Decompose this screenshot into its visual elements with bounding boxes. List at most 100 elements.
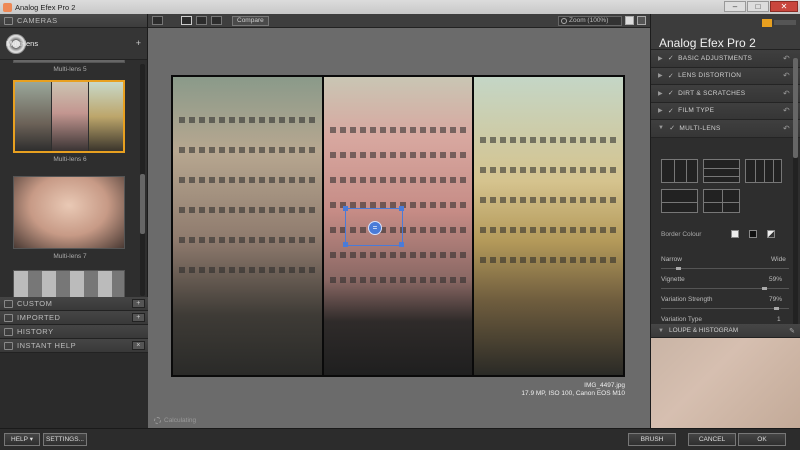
enable-checkbox[interactable]: ✓: [668, 54, 674, 62]
section-label: DIRT & SCRATCHES: [678, 89, 746, 97]
split-view-icon[interactable]: [196, 16, 207, 25]
section-label: MULTI-LENS: [679, 124, 721, 132]
cameras-header[interactable]: CAMERAS: [0, 14, 147, 28]
layout-2-horizontal[interactable]: [661, 189, 698, 213]
preview-canvas[interactable]: = IMG_4497.jpg 17.9 MP, ISO 100, Canon E…: [148, 28, 650, 428]
help-icon: [4, 341, 13, 350]
add-custom-button[interactable]: +: [132, 299, 145, 308]
status-text: Calculating: [164, 417, 197, 424]
section-history[interactable]: HISTORY: [0, 325, 148, 339]
enable-checkbox[interactable]: ✓: [668, 107, 674, 115]
enable-checkbox[interactable]: ✓: [669, 124, 675, 132]
layout-3-vertical[interactable]: [661, 159, 698, 183]
section-custom-label: CUSTOM: [17, 299, 53, 308]
pin-icon[interactable]: ✎: [789, 327, 795, 335]
collapse-icon[interactable]: ▼: [658, 328, 664, 334]
side-by-side-icon[interactable]: [211, 16, 222, 25]
control-point-center-icon[interactable]: =: [368, 221, 382, 235]
collapse-icon[interactable]: ▼: [658, 125, 664, 131]
layout-3-horizontal[interactable]: [703, 159, 740, 183]
enable-checkbox[interactable]: ✓: [668, 72, 674, 80]
lens-panel-left: [173, 77, 322, 375]
help-button[interactable]: HELP ▾: [4, 433, 40, 446]
cameras-icon: [4, 16, 13, 25]
expand-icon[interactable]: ▶: [658, 55, 663, 62]
preset-sections: CUSTOM + IMPORTED + HISTORY INSTANT HELP…: [0, 297, 148, 353]
section-basic-adjustments[interactable]: ▶ ✓ BASIC ADJUSTMENTS ↶: [651, 50, 800, 68]
preset-thumb-5[interactable]: [13, 60, 125, 63]
border-width-slider[interactable]: [661, 267, 789, 270]
reset-icon[interactable]: ↶: [783, 124, 790, 133]
section-film-type[interactable]: ▶ ✓ FILM TYPE ↶: [651, 102, 800, 120]
layout-2x2[interactable]: [703, 189, 740, 213]
background-dark-icon[interactable]: [637, 16, 646, 25]
reset-icon[interactable]: ↶: [783, 54, 790, 63]
section-lens-distortion[interactable]: ▶ ✓ LENS DISTORTION ↶: [651, 67, 800, 85]
zoom-label: Zoom (100%): [569, 17, 609, 24]
compare-button[interactable]: Compare: [232, 15, 269, 26]
preset-thumb-label: Multi-lens 6: [53, 156, 87, 163]
control-point-handle[interactable]: [343, 206, 348, 211]
ok-button[interactable]: OK: [738, 433, 786, 446]
enable-checkbox[interactable]: ✓: [668, 89, 674, 97]
expand-icon[interactable]: ▶: [658, 107, 663, 114]
maximize-icon[interactable]: □: [747, 1, 769, 12]
close-help-button[interactable]: ×: [132, 341, 145, 350]
expand-icon[interactable]: ▶: [658, 90, 663, 97]
view-toolbar: Compare Zoom (100%): [148, 14, 650, 28]
expand-icon[interactable]: ▶: [658, 72, 663, 79]
multilens-category-label: Multi-lens: [6, 39, 39, 48]
section-instant-help[interactable]: INSTANT HELP ×: [0, 339, 148, 353]
variation-strength-value: 79%: [769, 296, 783, 303]
layout-4-vertical[interactable]: [745, 159, 782, 183]
add-imported-button[interactable]: +: [132, 313, 145, 322]
section-multi-lens[interactable]: ▼ ✓ MULTI-LENS ↶: [651, 120, 800, 138]
reset-icon[interactable]: ↶: [783, 106, 790, 115]
slider-knob[interactable]: [773, 307, 779, 310]
add-preset-icon[interactable]: +: [136, 38, 141, 48]
border-black-swatch[interactable]: [749, 230, 757, 238]
presets-panel: CAMERAS Multi-lens + Multi-lens 5 Multi-…: [0, 14, 148, 428]
control-point-handle[interactable]: [399, 242, 404, 247]
section-custom[interactable]: CUSTOM +: [0, 297, 148, 311]
slider-knob[interactable]: [676, 267, 682, 270]
preset-thumb-8[interactable]: [13, 270, 125, 299]
presets-scrollbar[interactable]: [140, 64, 145, 296]
control-point-handle[interactable]: [343, 242, 348, 247]
zoom-select[interactable]: Zoom (100%): [558, 16, 622, 26]
preset-thumb-7[interactable]: [13, 176, 125, 249]
multilens-category[interactable]: Multi-lens +: [0, 28, 147, 60]
close-icon[interactable]: ✕: [770, 1, 798, 12]
background-white-icon[interactable]: [625, 16, 634, 25]
window-controls: – □ ✕: [724, 1, 798, 12]
section-imported-label: IMPORTED: [17, 313, 61, 322]
single-view-icon[interactable]: [181, 16, 192, 25]
adjustments-scrollbar[interactable]: [793, 58, 798, 328]
variation-strength-slider[interactable]: [661, 307, 789, 310]
cancel-button[interactable]: CANCEL: [688, 433, 736, 446]
brush-button[interactable]: BRUSH: [628, 433, 676, 446]
section-imported[interactable]: IMPORTED +: [0, 311, 148, 325]
adjustments-scrollbar-thumb[interactable]: [793, 58, 798, 158]
control-point-handle[interactable]: [399, 206, 404, 211]
section-dirt-scratches[interactable]: ▶ ✓ DIRT & SCRATCHES ↶: [651, 85, 800, 103]
presets-scrollbar-thumb[interactable]: [140, 174, 145, 234]
app-icon: [3, 2, 12, 12]
vignette-value: 59%: [769, 276, 783, 283]
bottom-bar: HELP ▾ SETTINGS... BRUSH CANCEL OK: [0, 428, 800, 450]
preset-thumb-6[interactable]: [13, 80, 125, 153]
settings-button[interactable]: SETTINGS...: [43, 433, 87, 446]
reset-icon[interactable]: ↶: [783, 89, 790, 98]
border-custom-swatch[interactable]: [767, 230, 775, 238]
slider-knob[interactable]: [762, 287, 768, 290]
vignette-slider[interactable]: [661, 287, 789, 290]
minimize-icon[interactable]: –: [724, 1, 746, 12]
view-options-icon[interactable]: [152, 16, 163, 25]
reset-icon[interactable]: ↶: [783, 71, 790, 80]
border-white-swatch[interactable]: [731, 230, 739, 238]
loupe-histogram-header[interactable]: ▼ LOUPE & HISTOGRAM ✎: [651, 324, 800, 338]
app-name: Analog Efex Pro 2: [659, 36, 756, 50]
preset-thumb-label: Multi-lens 5: [53, 66, 87, 73]
section-instant-help-label: INSTANT HELP: [17, 341, 77, 350]
status-indicator: Calculating: [154, 417, 196, 424]
